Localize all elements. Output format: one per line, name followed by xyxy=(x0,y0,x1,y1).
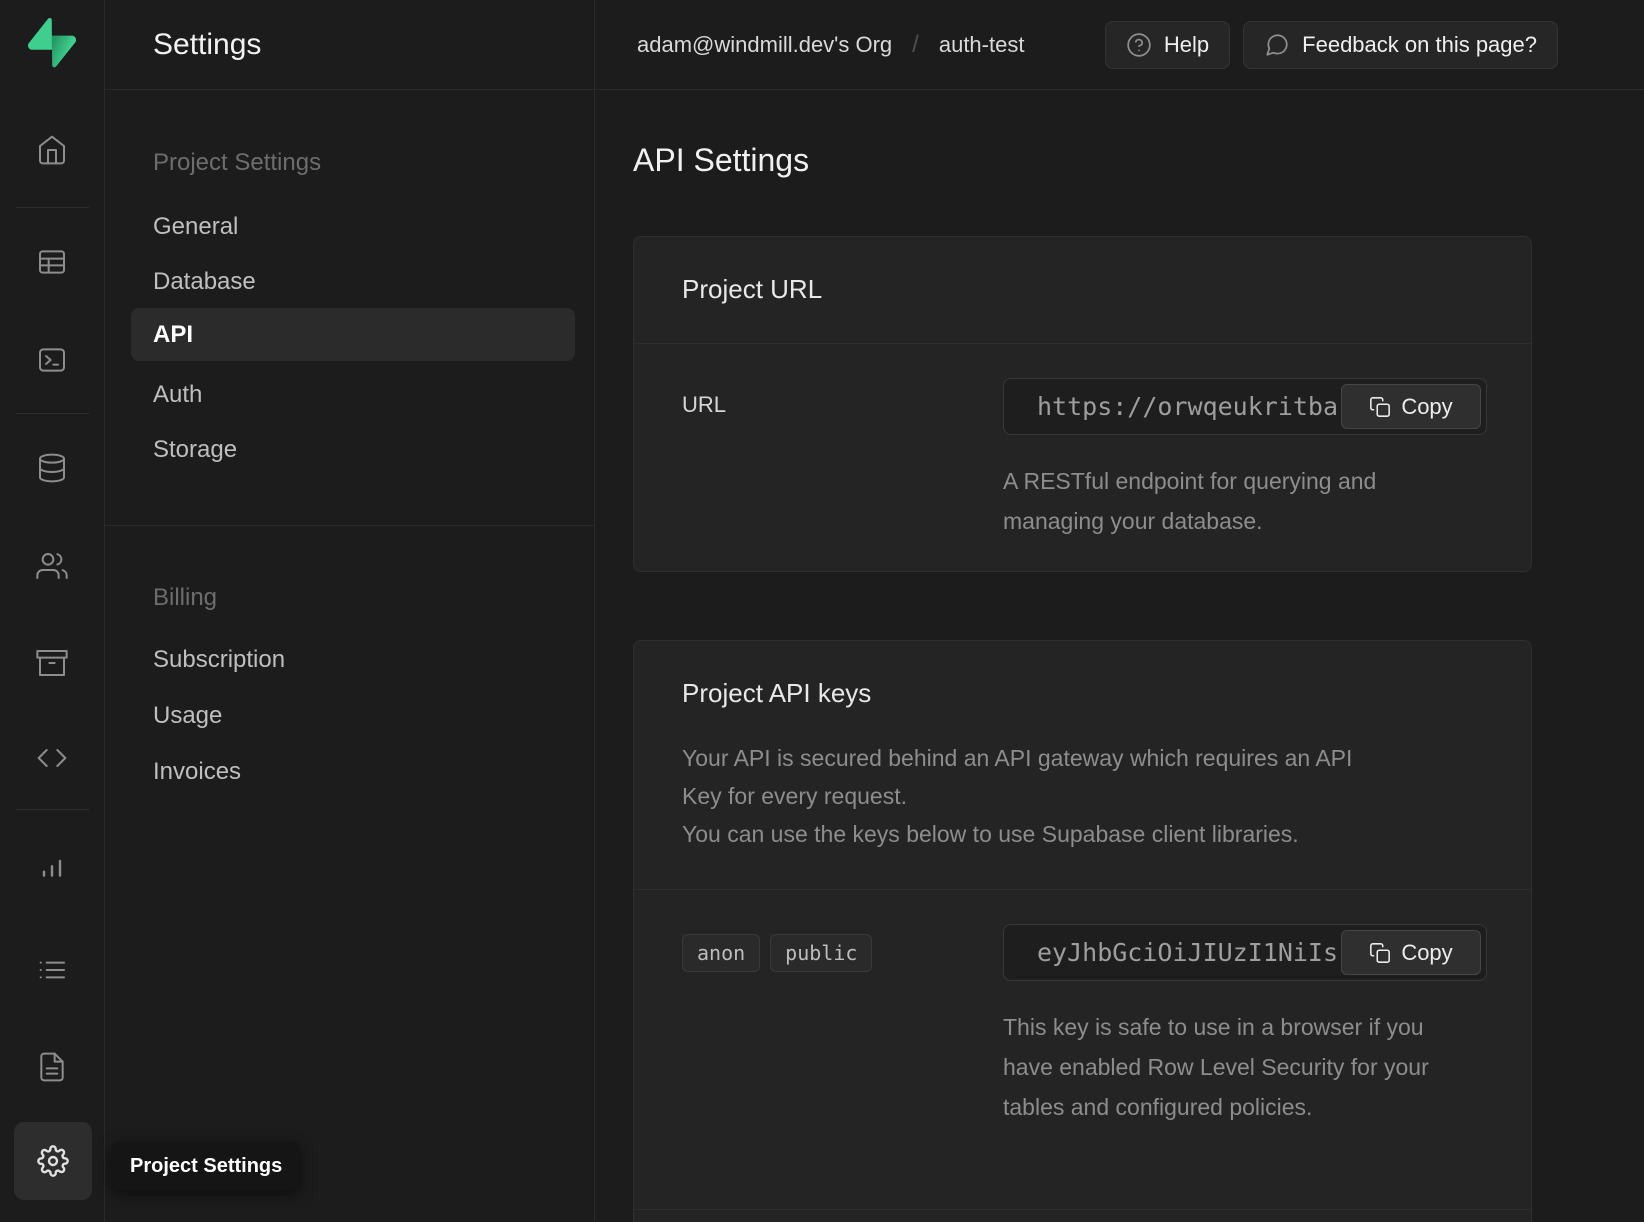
page-title: API Settings xyxy=(633,142,1532,178)
nav-item-auth[interactable]: Auth xyxy=(153,378,202,412)
anon-key-value-column: eyJhbGciOiJIUzI1NiIsIn Copy This key is … xyxy=(1003,924,1485,1127)
copy-anon-key-label: Copy xyxy=(1401,940,1452,966)
nav-item-storage[interactable]: Storage xyxy=(153,433,237,467)
settings-title: Settings xyxy=(105,0,594,90)
copy-anon-key-button[interactable]: Copy xyxy=(1341,930,1481,975)
url-label: URL xyxy=(682,378,1003,541)
project-url-card-header: Project URL xyxy=(634,237,1531,344)
api-keys-description-line: Key for every request. xyxy=(682,777,1483,815)
anon-key-value: eyJhbGciOiJIUzI1NiIsIn xyxy=(1037,925,1336,980)
copy-icon xyxy=(1369,942,1391,964)
settings-nav-header: Settings xyxy=(105,0,594,90)
api-keys-description-line: Your API is secured behind an API gatewa… xyxy=(682,739,1483,777)
help-button-label: Help xyxy=(1164,32,1209,58)
project-api-keys-card: Project API keys Your API is secured beh… xyxy=(633,640,1532,1222)
storage-icon[interactable] xyxy=(36,647,68,679)
main-header: adam@windmill.dev's Org / auth-test Help… xyxy=(595,0,1644,90)
api-keys-description: Your API is secured behind an API gatewa… xyxy=(682,739,1483,853)
api-keys-card-title: Project API keys xyxy=(682,675,1483,711)
table-editor-icon[interactable] xyxy=(36,246,68,278)
message-bubble-icon xyxy=(1264,32,1290,58)
api-settings-content: API Settings Project URL URL https://orw… xyxy=(595,90,1532,1222)
anon-badge: anon xyxy=(682,934,760,972)
feedback-button[interactable]: Feedback on this page? xyxy=(1243,21,1558,69)
nav-section-billing: Billing xyxy=(153,581,217,615)
nav-section-project-settings: Project Settings xyxy=(153,146,321,180)
tooltip-label: Project Settings xyxy=(130,1155,282,1178)
nav-item-api[interactable]: API xyxy=(131,308,575,361)
supabase-logo-icon[interactable] xyxy=(28,18,76,70)
help-button[interactable]: Help xyxy=(1105,21,1230,69)
nav-item-usage[interactable]: Usage xyxy=(153,699,222,733)
anon-key-input[interactable]: eyJhbGciOiJIUzI1NiIsIn Copy xyxy=(1003,924,1487,981)
nav-item-api-label: API xyxy=(131,308,575,361)
breadcrumb: adam@windmill.dev's Org / auth-test xyxy=(637,31,1024,59)
api-keys-card-header: Project API keys Your API is secured beh… xyxy=(634,641,1531,890)
nav-item-general[interactable]: General xyxy=(153,210,238,244)
sql-editor-icon[interactable] xyxy=(36,344,68,376)
nav-item-subscription[interactable]: Subscription xyxy=(153,643,285,677)
rail-divider xyxy=(16,207,89,208)
copy-url-button[interactable]: Copy xyxy=(1341,384,1481,429)
anon-key-description-line: tables and configured policies. xyxy=(1003,1087,1485,1127)
supabase-settings-app: Project Settings Settings Project Settin… xyxy=(0,0,1644,1222)
project-url-input[interactable]: https://orwqeukritbayp Copy xyxy=(1003,378,1487,435)
anon-key-description-line: This key is safe to use in a browser if … xyxy=(1003,1007,1485,1047)
url-description: A RESTful endpoint for querying and mana… xyxy=(1003,461,1485,541)
copy-url-label: Copy xyxy=(1401,394,1452,420)
edge-functions-icon[interactable] xyxy=(36,742,68,774)
url-row: URL https://orwqeukritbayp Copy xyxy=(634,344,1531,541)
project-settings-gear-icon[interactable] xyxy=(14,1122,92,1200)
url-value-column: https://orwqeukritbayp Copy A RESTful en… xyxy=(1003,378,1485,541)
settings-nav: Settings Project Settings General Databa… xyxy=(105,0,595,1222)
public-badge: public xyxy=(770,934,872,972)
api-keys-description-line: You can use the keys below to use Supaba… xyxy=(682,815,1483,853)
home-icon[interactable] xyxy=(36,134,68,166)
breadcrumb-project[interactable]: auth-test xyxy=(939,32,1025,58)
help-circle-icon xyxy=(1126,32,1152,58)
anon-key-description: This key is safe to use in a browser if … xyxy=(1003,1007,1485,1127)
breadcrumb-org[interactable]: adam@windmill.dev's Org xyxy=(637,32,892,58)
auth-users-icon[interactable] xyxy=(36,550,68,582)
url-description-line: managing your database. xyxy=(1003,501,1485,541)
project-url-card: Project URL URL https://orwqeukritbayp C… xyxy=(633,236,1532,572)
reports-icon[interactable] xyxy=(36,849,68,881)
rail-divider xyxy=(16,809,89,810)
project-url-card-title: Project URL xyxy=(682,271,1483,307)
feedback-button-label: Feedback on this page? xyxy=(1302,32,1537,58)
project-settings-tooltip: Project Settings xyxy=(112,1142,300,1190)
url-description-line: A RESTful endpoint for querying and xyxy=(1003,461,1485,501)
logs-icon[interactable] xyxy=(36,954,68,986)
breadcrumb-separator: / xyxy=(912,31,919,59)
nav-section-divider xyxy=(105,525,595,526)
nav-rail xyxy=(0,0,105,1222)
nav-item-invoices[interactable]: Invoices xyxy=(153,755,241,789)
docs-icon[interactable] xyxy=(36,1051,68,1083)
anon-key-description-line: have enabled Row Level Security for your xyxy=(1003,1047,1485,1087)
keys-row-divider xyxy=(634,1209,1531,1210)
nav-item-database[interactable]: Database xyxy=(153,265,256,299)
project-url-value: https://orwqeukritbayp xyxy=(1037,379,1336,434)
rail-divider xyxy=(16,413,89,414)
copy-icon xyxy=(1369,396,1391,418)
anon-key-row: anon public eyJhbGciOiJIUzI1NiIsIn Copy xyxy=(634,890,1531,1127)
header-actions: Help Feedback on this page? xyxy=(1105,21,1558,69)
anon-key-badges: anon public xyxy=(682,924,1003,1127)
main-panel: adam@windmill.dev's Org / auth-test Help… xyxy=(595,0,1644,1222)
database-icon[interactable] xyxy=(36,452,68,484)
